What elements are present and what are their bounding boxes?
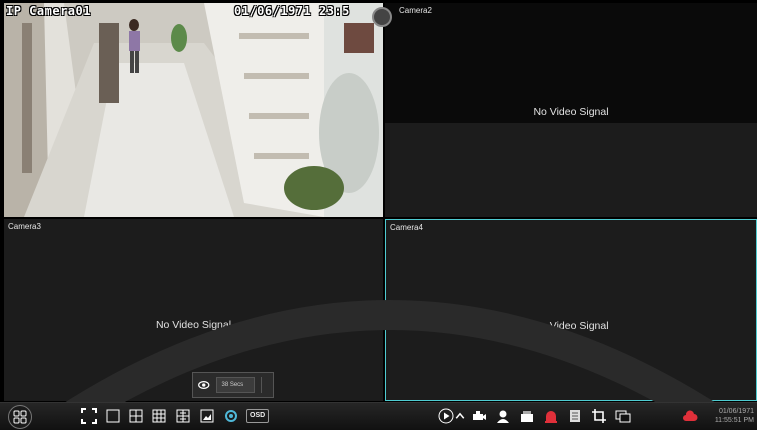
- playback-button[interactable]: [437, 407, 455, 425]
- camera-grid: IP Camera01 01/06/1971 23:5 Camera2 No V…: [4, 3, 757, 401]
- camera-label: Camera4: [390, 223, 423, 232]
- clock: 01/06/1971 11:55:51 PM: [706, 407, 754, 425]
- alarm-icon: [545, 411, 557, 423]
- camera-tile-2[interactable]: Camera2 No Video Signal: [385, 3, 757, 217]
- taskbar: OSD 01/06/1971 11:55:51 PM: [0, 402, 757, 430]
- dwell-time-input[interactable]: 38 Secs: [216, 377, 256, 393]
- sequence-dwell-popup: 38 Secs: [192, 372, 274, 398]
- ptz-camera-icon: [473, 411, 486, 420]
- record-status-button[interactable]: [566, 407, 584, 425]
- pip-button[interactable]: [614, 407, 632, 425]
- sequence-icon: [225, 410, 237, 422]
- no-video-signal-text: No Video Signal: [533, 320, 609, 332]
- camera-tile-4[interactable]: Camera4 No Video Signal: [385, 219, 757, 401]
- crop-icon: [592, 409, 606, 423]
- no-video-signal-text: No Video Signal: [155, 319, 232, 331]
- cloud-alert-icon: [683, 410, 698, 421]
- clock-date: 01/06/1971: [718, 408, 754, 415]
- face-detection-button[interactable]: [494, 407, 512, 425]
- disk-icon: [521, 411, 533, 422]
- layout-4-icon: [129, 409, 143, 423]
- start-menu-icon: [13, 410, 27, 424]
- clock-time: 11:55:51 PM: [714, 417, 754, 424]
- picture-button[interactable]: [198, 407, 216, 425]
- layout-4-button[interactable]: [127, 407, 145, 425]
- picture-icon: [200, 409, 214, 423]
- alarm-button[interactable]: [542, 407, 560, 425]
- osd-camera-name: IP Camera01: [6, 4, 91, 18]
- chevron-up-icon: [455, 412, 465, 419]
- start-menu-button[interactable]: [8, 405, 32, 429]
- layout-9-icon: [152, 409, 166, 423]
- expand-up-button[interactable]: [454, 407, 466, 425]
- layout-1-button[interactable]: [104, 407, 122, 425]
- camera-toolbar-icon[interactable]: [372, 7, 392, 27]
- fullscreen-icon: [81, 408, 97, 424]
- tile-background: [385, 123, 757, 217]
- camera-label: Camera3: [8, 222, 41, 231]
- ptz-button[interactable]: [470, 407, 488, 425]
- layout-custom-icon: [176, 409, 190, 423]
- document-icon: [570, 410, 580, 422]
- person-icon: [497, 410, 509, 423]
- play-icon: [438, 408, 454, 424]
- disk-button[interactable]: [518, 407, 536, 425]
- sequence-button[interactable]: [222, 407, 240, 425]
- cloud-status-button[interactable]: [681, 407, 699, 425]
- layout-9-button[interactable]: [150, 407, 168, 425]
- dwell-time-stepper[interactable]: [261, 377, 269, 393]
- layout-1-icon: [106, 409, 120, 423]
- layout-custom-button[interactable]: [174, 407, 192, 425]
- camera-label: Camera2: [399, 6, 432, 15]
- no-video-signal-text: No Video Signal: [533, 106, 609, 118]
- osd-timestamp: 01/06/1971 23:5: [234, 4, 350, 18]
- fullscreen-button[interactable]: [80, 407, 98, 425]
- pip-icon: [615, 410, 631, 423]
- osd-button[interactable]: OSD: [246, 409, 270, 423]
- sequence-eye-icon[interactable]: [197, 378, 210, 392]
- zoom-button[interactable]: [590, 407, 608, 425]
- camera-tile-1[interactable]: IP Camera01 01/06/1971 23:5: [4, 3, 383, 217]
- camera1-live-image: [4, 3, 383, 217]
